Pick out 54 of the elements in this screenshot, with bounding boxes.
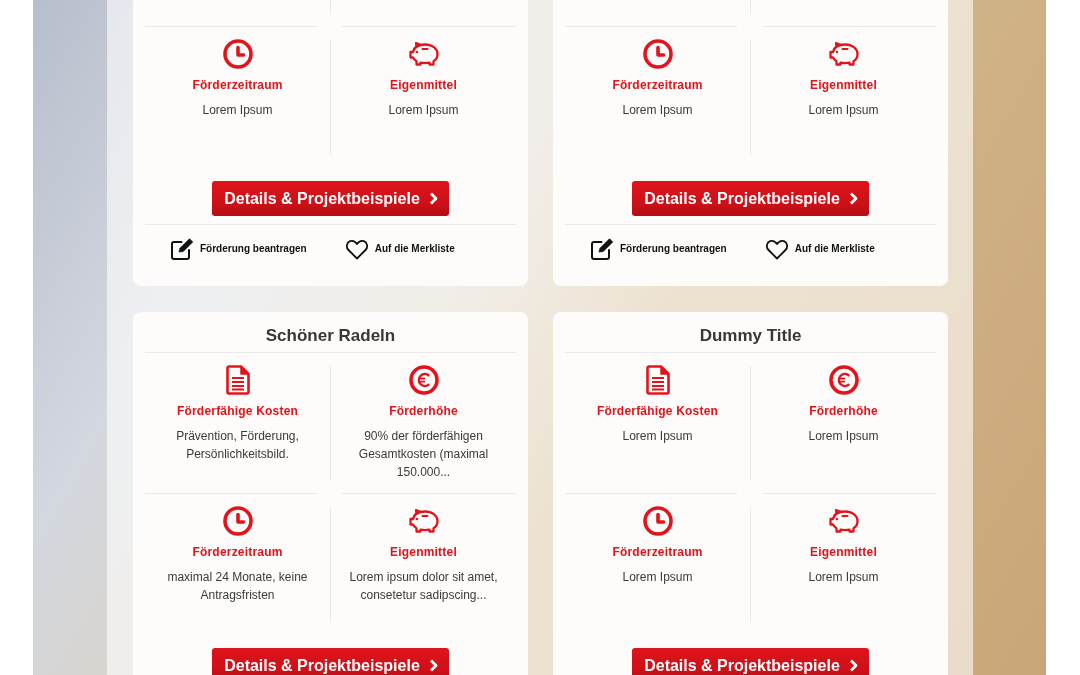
clock-icon bbox=[222, 39, 253, 69]
card-title: Schöner Radeln bbox=[264, 325, 397, 347]
piggy-bank-icon bbox=[407, 41, 440, 67]
feature-text: Lorem Ipsum bbox=[621, 569, 694, 586]
euro-coin-icon bbox=[408, 365, 439, 395]
feature-title: Förderzeitraum bbox=[612, 77, 703, 93]
feature-text: Lorem Ipsum bbox=[621, 428, 694, 445]
apply-link[interactable]: Förderung beantragen bbox=[590, 238, 727, 260]
feature-title: Förderzeitraum bbox=[192, 544, 283, 560]
feature-title: Förderfähige Kosten bbox=[176, 403, 299, 419]
feature-text: Lorem Ipsum bbox=[807, 102, 880, 119]
pencil-square-icon bbox=[590, 238, 614, 260]
chevron-right-icon bbox=[848, 192, 858, 205]
details-button[interactable]: Details & Projektbeispiele bbox=[632, 648, 869, 675]
feature-title: Förderzeitraum bbox=[612, 544, 703, 560]
apply-link[interactable]: Förderung beantragen bbox=[170, 238, 307, 260]
details-button[interactable]: Details & Projektbeispiele bbox=[212, 181, 449, 216]
feature-text: Lorem ipsum dolor sit amet, consetetur sadipscing... bbox=[348, 569, 499, 604]
feature-text: Lorem Ipsum bbox=[807, 569, 880, 586]
euro-coin-icon bbox=[828, 365, 859, 395]
feature-title: Eigenmittel bbox=[390, 77, 457, 93]
heart-icon bbox=[764, 238, 789, 260]
feature-text: Lorem Ipsum bbox=[201, 102, 274, 119]
card-title: Dummy Title bbox=[698, 325, 803, 347]
feature-title: Förderfähige Kosten bbox=[596, 403, 719, 419]
feature-title: Eigenmittel bbox=[810, 544, 877, 560]
feature-title: Eigenmittel bbox=[390, 544, 457, 560]
feature-text: Prävention, Förderung, Persönlichkeitsbild. bbox=[175, 428, 300, 463]
feature-text: Lorem Ipsum bbox=[621, 102, 694, 119]
piggy-bank-icon bbox=[827, 41, 860, 67]
feature-title: Eigenmittel bbox=[810, 77, 877, 93]
watchlist-link[interactable]: Auf die Merkliste bbox=[344, 238, 455, 260]
clock-icon bbox=[222, 506, 253, 536]
pencil-square-icon bbox=[170, 238, 194, 260]
clock-icon bbox=[642, 506, 673, 536]
feature-title: Förderhöhe bbox=[809, 403, 878, 419]
details-button[interactable]: Details & Projektbeispiele bbox=[632, 181, 869, 216]
heart-icon bbox=[344, 238, 369, 260]
details-button[interactable]: Details & Projektbeispiele bbox=[212, 648, 449, 675]
document-icon bbox=[225, 365, 250, 395]
feature-title: Förderzeitraum bbox=[192, 77, 283, 93]
watchlist-link[interactable]: Auf die Merkliste bbox=[764, 238, 875, 260]
piggy-bank-icon bbox=[827, 508, 860, 534]
feature-text: Lorem Ipsum bbox=[387, 102, 460, 119]
feature-text: Lorem Ipsum bbox=[807, 428, 880, 445]
chevron-right-icon bbox=[428, 192, 438, 205]
feature-text: maximal 24 Monate, keine Antragsfristen bbox=[166, 569, 309, 604]
clock-icon bbox=[642, 39, 673, 69]
piggy-bank-icon bbox=[407, 508, 440, 534]
feature-title: Förderhöhe bbox=[389, 403, 458, 419]
document-icon bbox=[645, 365, 670, 395]
feature-text: 90% der förderfähigen Gesamtkosten (maximal 150.000... bbox=[357, 428, 490, 481]
chevron-right-icon bbox=[428, 659, 438, 672]
chevron-right-icon bbox=[848, 659, 858, 672]
